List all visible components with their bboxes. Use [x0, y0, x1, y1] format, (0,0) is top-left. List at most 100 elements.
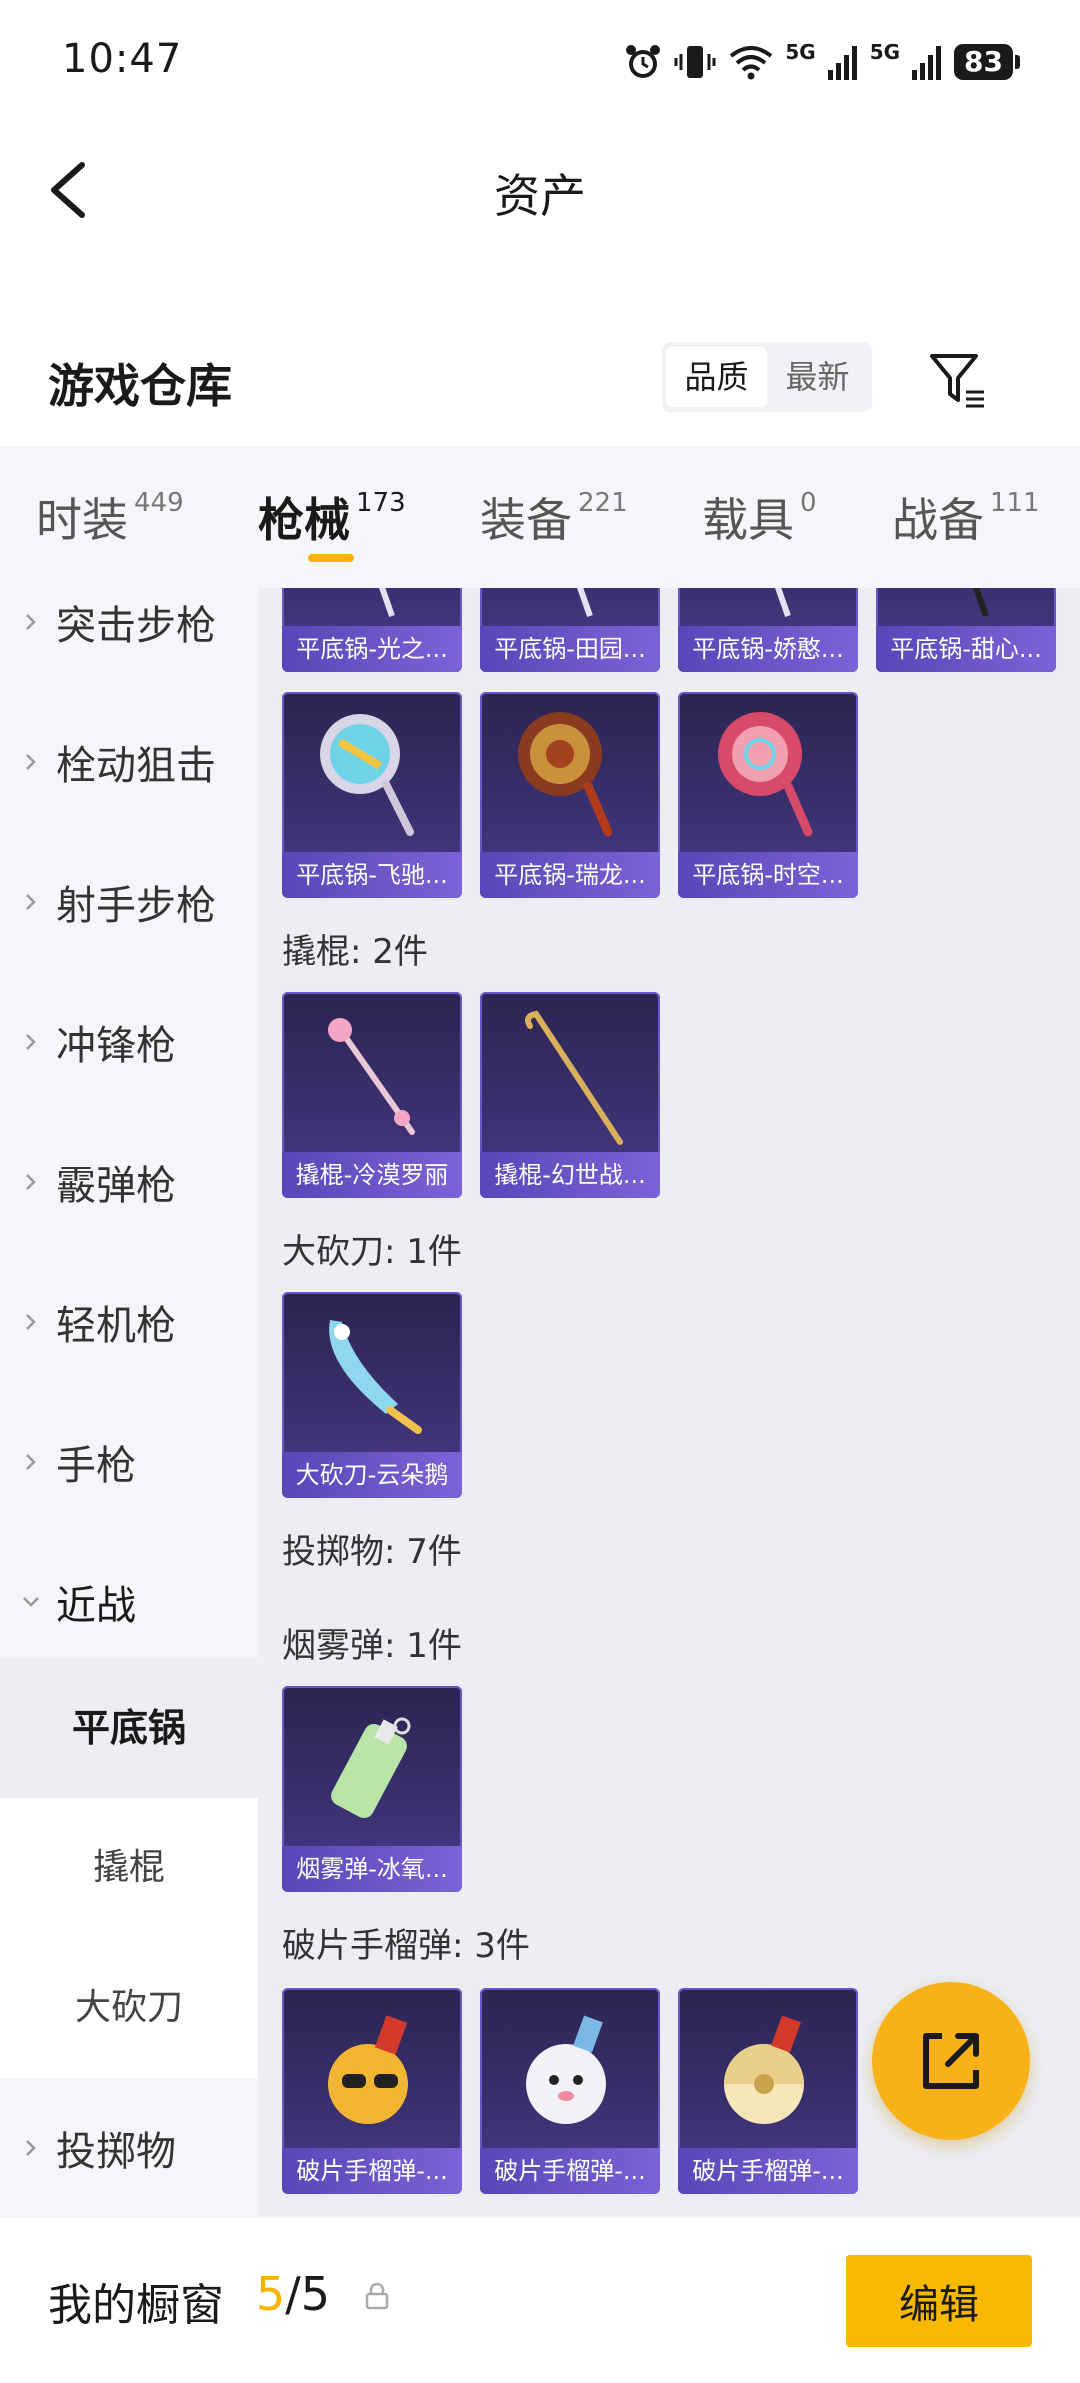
item-name: 大砍刀-云朵鹅 [282, 1452, 462, 1498]
crowbar-item-image [525, 1010, 623, 1145]
smoke-grenade-item-image [331, 1717, 411, 1819]
category-tabs: 时装 449 枪械 173 装备 221 载具 0 战备 111 [0, 446, 1080, 588]
signal-5g-label-1: 5G [785, 40, 816, 64]
item-name: 平底锅-时空... [678, 852, 858, 898]
item-card[interactable]: 破片手榴弹-... [480, 1988, 660, 2194]
tab-count: 221 [578, 488, 628, 518]
pan-item-image [577, 588, 593, 617]
signal-icon [827, 46, 857, 80]
item-name: 平底锅-甜心... [876, 626, 1056, 672]
tab-vehicles[interactable]: 载具 0 [702, 484, 817, 564]
sidebar-item-smg[interactable]: 冲锋枪 [0, 972, 258, 1112]
item-card[interactable]: 平底锅-飞驰... [282, 692, 462, 898]
sidebar-item-label: 轻机枪 [56, 1303, 176, 1349]
sidebar-item-assault-rifle[interactable]: 突击步枪 [0, 588, 258, 692]
status-icons: 5G 5G 83 [623, 40, 1020, 84]
tab-supplies[interactable]: 战备 111 [892, 484, 1040, 564]
tab-count: 0 [800, 488, 817, 518]
pan-item-image [379, 588, 395, 617]
warehouse-title: 游戏仓库 [48, 359, 232, 413]
crowbar-item-image [328, 1018, 415, 1135]
frag-grenade-item-image [724, 2015, 804, 2124]
sidebar-item-pistol[interactable]: 手枪 [0, 1392, 258, 1532]
item-name: 破片手榴弹-... [282, 2148, 462, 2194]
item-card[interactable]: 平底锅-时空... [678, 692, 858, 898]
item-name: 平底锅-娇憨... [678, 626, 858, 672]
sort-quality-option[interactable]: 品质 [666, 347, 767, 407]
edit-button[interactable]: 编辑 [846, 2255, 1032, 2347]
sidebar-item-throwables[interactable]: 投掷物 [0, 2078, 258, 2218]
sidebar-item-lmg[interactable]: 轻机枪 [0, 1252, 258, 1392]
item-card[interactable]: 平底锅-甜心... [876, 588, 1056, 672]
alarm-icon [626, 45, 661, 78]
sort-newest-option[interactable]: 最新 [767, 347, 868, 407]
item-name: 撬棍-冷漠罗丽 [282, 1152, 462, 1198]
chevron-right-icon [26, 2140, 36, 2156]
showcase-count: 5/5 [256, 2267, 330, 2321]
sidebar-subitem-pan[interactable]: 平底锅 [0, 1658, 258, 1798]
signal-5g-label-2: 5G [869, 40, 901, 64]
tab-fashion[interactable]: 时装 449 [36, 484, 184, 564]
item-name: 平底锅-瑞龙... [480, 852, 660, 898]
chevron-right-icon [26, 1454, 36, 1470]
pan-item-image [518, 712, 613, 837]
item-name: 平底锅-田园... [480, 626, 660, 672]
sidebar-item-label: 近战 [56, 1583, 136, 1629]
sidebar-item-bolt-sniper[interactable]: 栓动狙击 [0, 692, 258, 832]
status-time: 10:47 [62, 36, 183, 82]
item-card[interactable]: 撬棍-幻世战... [480, 992, 660, 1198]
item-card[interactable]: 破片手榴弹-... [282, 1988, 462, 2194]
item-card[interactable]: 平底锅-光之... [282, 588, 462, 672]
wifi-icon [730, 46, 773, 80]
frag-grenade-item-image [328, 2015, 408, 2124]
tab-count: 173 [356, 488, 406, 518]
item-card[interactable]: 烟雾弹-冰氧... [282, 1686, 462, 1892]
pan-item-image [718, 712, 813, 837]
item-card[interactable]: 平底锅-娇憨... [678, 588, 858, 672]
tab-count: 111 [990, 488, 1040, 518]
item-name: 平底锅-飞驰... [282, 852, 462, 898]
item-card[interactable]: 平底锅-田园... [480, 588, 660, 672]
showcase-bar: 我的橱窗 5/5 编辑 [0, 2216, 1080, 2383]
chevron-down-icon [23, 1597, 39, 1607]
sidebar-item-shotgun[interactable]: 霰弹枪 [0, 1112, 258, 1252]
tab-count: 449 [134, 488, 184, 518]
group-title-smoke: 烟雾弹: 1件 [282, 1626, 462, 1666]
sidebar-item-label: 投掷物 [56, 2129, 176, 2175]
chevron-right-icon [26, 1174, 36, 1190]
battery-level: 83 [954, 44, 1013, 80]
chevron-right-icon [26, 1034, 36, 1050]
sidebar-item-marksman-rifle[interactable]: 射手步枪 [0, 832, 258, 972]
group-title-machete: 大砍刀: 1件 [282, 1232, 462, 1272]
tab-firearms[interactable]: 枪械 173 [258, 484, 406, 564]
page-title: 资产 [494, 169, 586, 223]
item-name: 破片手榴弹-... [480, 2148, 660, 2194]
tab-label: 时装 [36, 493, 128, 547]
item-card[interactable]: 破片手榴弹-... [678, 1988, 858, 2194]
nav-bar: 资产 [0, 130, 1080, 250]
group-title-crowbar: 撬棍: 2件 [282, 932, 428, 972]
chevron-right-icon [26, 754, 36, 770]
showcase-total: /5 [285, 2267, 331, 2321]
sidebar-item-melee[interactable]: 近战 [0, 1532, 258, 1672]
warehouse-header: 游戏仓库 品质 最新 [0, 330, 1080, 430]
active-tab-indicator [308, 554, 354, 562]
sidebar-subitem-crowbar[interactable]: 撬棍 [0, 1798, 258, 1938]
showcase-current: 5 [256, 2267, 286, 2321]
item-card[interactable]: 撬棍-冷漠罗丽 [282, 992, 462, 1198]
chevron-right-icon [26, 1314, 36, 1330]
share-icon [923, 2033, 979, 2089]
tab-equipment[interactable]: 装备 221 [480, 484, 628, 564]
share-fab-button[interactable] [872, 1982, 1030, 2140]
battery-icon: 83 [954, 44, 1020, 80]
pan-item-image [775, 588, 791, 617]
pan-item-image [320, 714, 414, 836]
item-name: 烟雾弹-冰氧... [282, 1846, 462, 1892]
frag-grenade-item-image [526, 2015, 606, 2124]
item-card[interactable]: 平底锅-瑞龙... [480, 692, 660, 898]
filter-icon[interactable] [922, 344, 992, 414]
item-card[interactable]: 大砍刀-云朵鹅 [282, 1292, 462, 1498]
weapon-category-sidebar: 突击步枪 栓动狙击 射手步枪 冲锋枪 霰弹枪 轻机枪 手枪 近战 平底锅 撬棍 … [0, 588, 258, 2228]
sidebar-item-label: 霰弹枪 [56, 1163, 176, 1209]
sidebar-subitem-machete[interactable]: 大砍刀 [0, 1938, 258, 2078]
